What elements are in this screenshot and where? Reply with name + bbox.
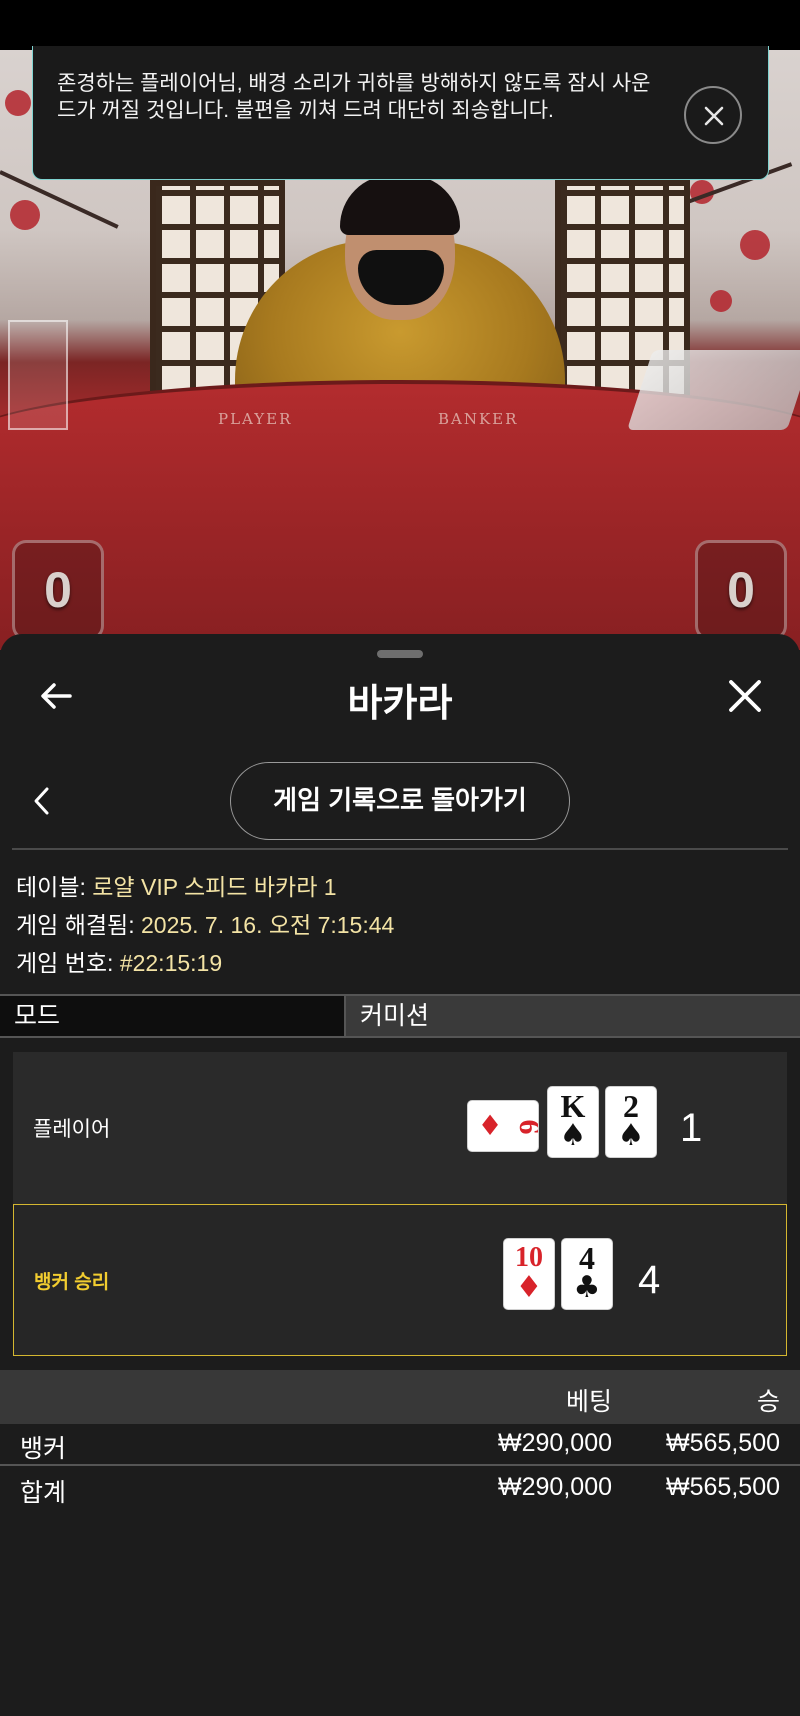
game-number-label: 게임 번호: <box>16 950 120 976</box>
player-hand-total: 1 <box>680 1105 703 1150</box>
mode-row: 모드 커미션 <box>0 994 800 1038</box>
dealer-hair <box>340 175 460 235</box>
discard-holder <box>8 320 68 430</box>
player-score-box: 0 <box>12 540 104 640</box>
table-label-player: PLAYER <box>218 410 293 428</box>
playing-card: 4 ♣ <box>561 1238 613 1310</box>
back-arrow-icon[interactable] <box>36 676 76 716</box>
resolved-info-value: 2025. 7. 16. 오전 7:15:44 <box>140 912 395 938</box>
blossom-decoration <box>710 290 732 312</box>
resolved-info: 게임 해결됨: 2025. 7. 16. 오전 7:15:44 <box>16 906 394 940</box>
card-rank: 6 <box>512 1112 538 1142</box>
game-history-sheet: 바카라 게임 기록으로 돌아가기 테이블: 로얄 VIP 스피드 바카라 1 게… <box>0 634 800 1716</box>
notification-message: 존경하는 플레이어님, 배경 소리가 귀하를 방해하지 않도록 잠시 사운드가 … <box>57 72 651 122</box>
player-score: 0 <box>44 562 72 618</box>
card-shoe <box>627 350 800 430</box>
table-row: 뱅커 ₩290,000 ₩565,500 <box>0 1424 800 1466</box>
blossom-decoration <box>10 200 40 230</box>
bet-amount: ₩290,000 <box>498 1429 612 1457</box>
mode-label: 모드 <box>0 996 346 1036</box>
sound-notification: 존경하는 플레이어님, 배경 소리가 귀하를 방해하지 않도록 잠시 사운드가 … <box>32 46 769 180</box>
player-hand-label: 플레이어 <box>33 1118 111 1141</box>
banker-score: 0 <box>727 562 755 618</box>
table-info-label: 테이블: <box>16 874 93 900</box>
playing-card: 10 ♦ <box>503 1238 555 1310</box>
mode-value: 커미션 <box>346 996 800 1036</box>
playing-card: 2 ♠ <box>605 1086 657 1158</box>
chevron-left-icon[interactable] <box>30 784 54 818</box>
table-row: 합계 ₩290,000 ₩565,500 <box>0 1468 800 1510</box>
win-column-header: 승 <box>756 1388 780 1416</box>
card-suit: ♦ <box>477 1109 503 1142</box>
bet-column-header: 베팅 <box>565 1388 612 1416</box>
blossom-decoration <box>740 230 770 260</box>
card-suit: ♠ <box>559 1118 587 1153</box>
sheet-drag-handle[interactable] <box>377 650 423 658</box>
playing-card: K ♠ <box>547 1086 599 1158</box>
back-to-history-button[interactable]: 게임 기록으로 돌아가기 <box>230 762 570 840</box>
banker-win-label: 뱅커 승리 <box>34 1271 110 1293</box>
table-label-banker: BANKER <box>438 410 519 428</box>
banker-score-box: 0 <box>695 540 787 640</box>
resolved-info-label: 게임 해결됨: <box>16 912 141 938</box>
bet-name: 뱅커 <box>20 1435 67 1463</box>
card-suit: ♣ <box>573 1270 601 1305</box>
notification-close-button[interactable] <box>684 86 742 144</box>
card-suit: ♠ <box>617 1118 645 1153</box>
total-label: 합계 <box>20 1479 67 1507</box>
sheet-title: 바카라 <box>347 683 453 725</box>
player-hand: 플레이어 ♦ 6 K ♠ 2 ♠ 1 <box>13 1052 787 1204</box>
banker-hand-total: 4 <box>638 1257 661 1302</box>
table-info-value: 로얄 VIP 스피드 바카라 1 <box>92 874 337 900</box>
bets-table-header: 베팅 승 <box>0 1370 800 1424</box>
total-win-amount: ₩565,500 <box>666 1473 780 1501</box>
game-number-value: #22:15:19 <box>119 950 223 976</box>
win-amount: ₩565,500 <box>666 1429 780 1457</box>
banker-hand: 뱅커 승리 10 ♦ 4 ♣ 4 <box>13 1204 787 1356</box>
card-suit: ♦ <box>515 1270 543 1305</box>
divider <box>12 848 788 850</box>
close-icon <box>704 106 724 126</box>
playing-card: ♦ 6 <box>467 1100 539 1152</box>
game-number-info: 게임 번호: #22:15:19 <box>16 944 222 978</box>
close-icon[interactable] <box>725 676 765 716</box>
total-bet-amount: ₩290,000 <box>498 1473 612 1501</box>
status-bar <box>0 0 800 50</box>
table-info: 테이블: 로얄 VIP 스피드 바카라 1 <box>16 868 337 902</box>
blossom-decoration <box>5 90 31 116</box>
